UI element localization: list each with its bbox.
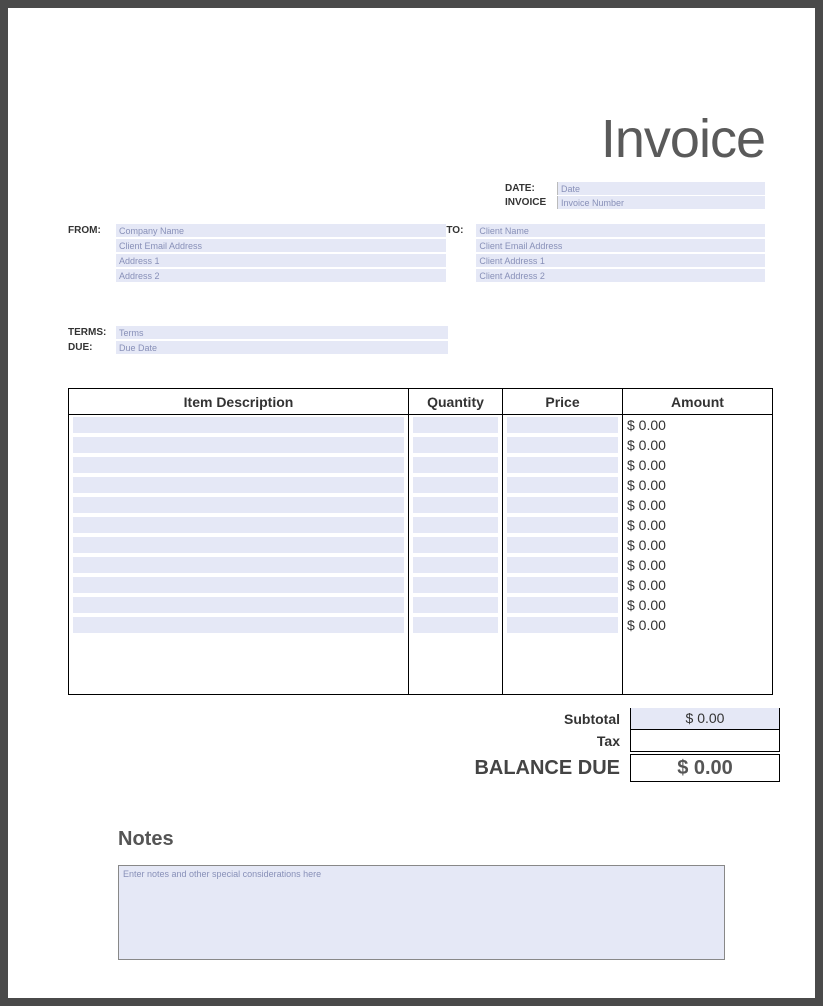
to-column: TO: Client Name Client Email Address Cli…	[446, 224, 765, 284]
items-table: Item Description Quantity Price Amount $…	[68, 388, 773, 695]
table-row: $ 0.00	[69, 595, 773, 615]
meta-block: DATE: Date INVOICE Invoice Number	[505, 182, 765, 210]
invoice-number-field[interactable]: Invoice Number	[557, 196, 765, 209]
table-row: $ 0.00	[69, 475, 773, 495]
invoice-number-label: INVOICE	[505, 197, 557, 208]
desc-input[interactable]	[73, 537, 404, 553]
price-input[interactable]	[507, 477, 618, 493]
amount-cell: $ 0.00	[623, 515, 773, 535]
terms-block: TERMS: Terms DUE: Due Date	[68, 326, 448, 356]
terms-field[interactable]: Terms	[116, 326, 448, 339]
price-input[interactable]	[507, 577, 618, 593]
table-row: $ 0.00	[69, 515, 773, 535]
price-input[interactable]	[507, 457, 618, 473]
desc-input[interactable]	[73, 437, 404, 453]
from-email-field[interactable]: Client Email Address	[116, 239, 446, 252]
table-row: $ 0.00	[69, 615, 773, 635]
notes-block: Notes Enter notes and other special cons…	[118, 828, 725, 960]
due-field[interactable]: Due Date	[116, 341, 448, 354]
from-address1-field[interactable]: Address 1	[116, 254, 446, 267]
table-row: $ 0.00	[69, 555, 773, 575]
subtotal-label: Subtotal	[470, 711, 630, 727]
to-label: TO:	[446, 224, 476, 284]
desc-input[interactable]	[73, 577, 404, 593]
balance-due-label: BALANCE DUE	[470, 757, 630, 780]
amount-cell: $ 0.00	[623, 415, 773, 435]
notes-title: Notes	[118, 828, 725, 851]
from-label: FROM:	[68, 224, 116, 284]
amount-cell: $ 0.00	[623, 475, 773, 495]
table-row: $ 0.00	[69, 495, 773, 515]
header-price: Price	[503, 389, 623, 415]
desc-input[interactable]	[73, 457, 404, 473]
price-input[interactable]	[507, 557, 618, 573]
amount-cell: $ 0.00	[623, 595, 773, 615]
desc-input[interactable]	[73, 557, 404, 573]
qty-input[interactable]	[413, 617, 498, 633]
parties-block: FROM: Company Name Client Email Address …	[68, 224, 765, 284]
amount-cell: $ 0.00	[623, 555, 773, 575]
amount-cell: $ 0.00	[623, 495, 773, 515]
date-label: DATE:	[505, 183, 557, 194]
amount-cell: $ 0.00	[623, 455, 773, 475]
price-input[interactable]	[507, 417, 618, 433]
header-quantity: Quantity	[409, 389, 503, 415]
price-input[interactable]	[507, 597, 618, 613]
table-header-row: Item Description Quantity Price Amount	[69, 389, 773, 415]
price-input[interactable]	[507, 537, 618, 553]
subtotal-value: $ 0.00	[630, 708, 780, 730]
desc-input[interactable]	[73, 477, 404, 493]
due-label: DUE:	[68, 342, 116, 353]
to-email-field[interactable]: Client Email Address	[476, 239, 765, 252]
to-address2-field[interactable]: Client Address 2	[476, 269, 765, 282]
table-filler-row	[69, 635, 773, 695]
qty-input[interactable]	[413, 597, 498, 613]
from-company-field[interactable]: Company Name	[116, 224, 446, 237]
amount-cell: $ 0.00	[623, 435, 773, 455]
notes-textarea[interactable]: Enter notes and other special considerat…	[118, 865, 725, 960]
table-row: $ 0.00	[69, 535, 773, 555]
invoice-page: Invoice DATE: Date INVOICE Invoice Numbe…	[8, 8, 815, 998]
terms-label: TERMS:	[68, 327, 116, 338]
tax-label: Tax	[470, 733, 630, 749]
price-input[interactable]	[507, 437, 618, 453]
from-column: FROM: Company Name Client Email Address …	[68, 224, 446, 284]
header-amount: Amount	[623, 389, 773, 415]
balance-due-value: $ 0.00	[630, 754, 780, 782]
tax-value[interactable]	[630, 730, 780, 752]
header-description: Item Description	[69, 389, 409, 415]
table-row: $ 0.00	[69, 455, 773, 475]
qty-input[interactable]	[413, 577, 498, 593]
table-row: $ 0.00	[69, 415, 773, 435]
desc-input[interactable]	[73, 617, 404, 633]
qty-input[interactable]	[413, 477, 498, 493]
date-field[interactable]: Date	[557, 182, 765, 195]
qty-input[interactable]	[413, 517, 498, 533]
price-input[interactable]	[507, 617, 618, 633]
table-row: $ 0.00	[69, 435, 773, 455]
desc-input[interactable]	[73, 517, 404, 533]
qty-input[interactable]	[413, 457, 498, 473]
desc-input[interactable]	[73, 417, 404, 433]
amount-cell: $ 0.00	[623, 615, 773, 635]
qty-input[interactable]	[413, 417, 498, 433]
price-input[interactable]	[507, 517, 618, 533]
desc-input[interactable]	[73, 497, 404, 513]
amount-cell: $ 0.00	[623, 535, 773, 555]
qty-input[interactable]	[413, 537, 498, 553]
price-input[interactable]	[507, 497, 618, 513]
to-name-field[interactable]: Client Name	[476, 224, 765, 237]
qty-input[interactable]	[413, 497, 498, 513]
amount-cell: $ 0.00	[623, 575, 773, 595]
page-title: Invoice	[601, 108, 765, 170]
desc-input[interactable]	[73, 597, 404, 613]
qty-input[interactable]	[413, 437, 498, 453]
table-row: $ 0.00	[69, 575, 773, 595]
to-address1-field[interactable]: Client Address 1	[476, 254, 765, 267]
qty-input[interactable]	[413, 557, 498, 573]
totals-block: Subtotal $ 0.00 Tax BALANCE DUE $ 0.00	[470, 708, 780, 782]
from-address2-field[interactable]: Address 2	[116, 269, 446, 282]
